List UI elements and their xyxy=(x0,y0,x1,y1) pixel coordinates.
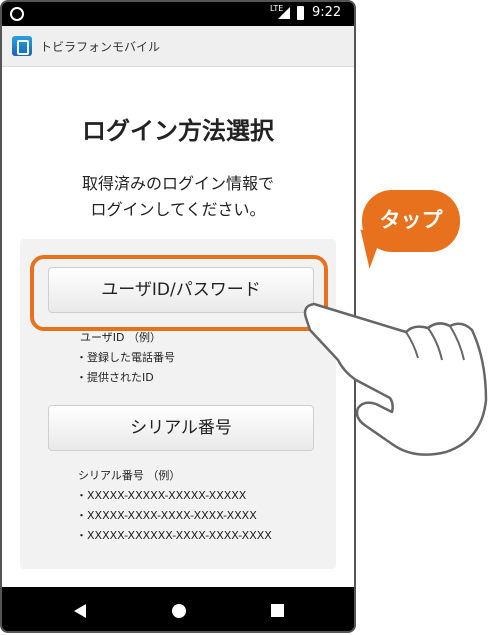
tap-highlight xyxy=(30,255,328,331)
userid-example-item: ・提供されたID xyxy=(76,371,154,384)
page-title: ログイン方法選択 xyxy=(82,117,274,145)
description: 取得済みのログイン情報で ログインしてください。 xyxy=(2,171,354,223)
tap-hand-icon xyxy=(303,302,488,456)
nav-recent-icon[interactable] xyxy=(271,604,284,617)
serial-example-title: シリアル番号 （例） xyxy=(78,469,181,482)
userid-example-item: ・登録した電話番号 xyxy=(76,351,175,364)
serial-number-button[interactable]: シリアル番号 xyxy=(48,405,314,451)
app-bar: トビラフォンモバイル xyxy=(2,26,354,67)
status-time: 9:22 xyxy=(312,5,342,20)
description-line-2: ログインしてください。 xyxy=(90,200,266,219)
navigation-bar xyxy=(2,587,354,631)
battery-icon xyxy=(297,6,304,20)
signal-icon xyxy=(278,7,290,19)
userid-example-title: ユーザID （例） xyxy=(80,331,161,344)
notification-icon xyxy=(10,7,24,21)
serial-example-item: ・XXXXX-XXXX-XXXX-XXXX-XXXX xyxy=(76,509,257,522)
login-options-panel: ユーザID/パスワード ユーザID （例） ・登録した電話番号 ・提供されたID… xyxy=(20,239,336,569)
nav-back-icon[interactable] xyxy=(74,604,86,618)
app-icon xyxy=(12,36,32,56)
serial-example-item: ・XXXXX-XXXXX-XXXXX-XXXXX xyxy=(76,489,247,502)
serial-example-item: ・XXXXX-XXXXXX-XXXX-XXXX-XXXX xyxy=(76,529,272,542)
tap-callout-label: タップ xyxy=(379,208,443,232)
nav-home-icon[interactable] xyxy=(172,604,186,618)
app-title: トビラフォンモバイル xyxy=(40,40,161,54)
description-line-1: 取得済みのログイン情報で xyxy=(81,174,274,193)
status-bar: LTE 9:22 xyxy=(2,2,354,26)
